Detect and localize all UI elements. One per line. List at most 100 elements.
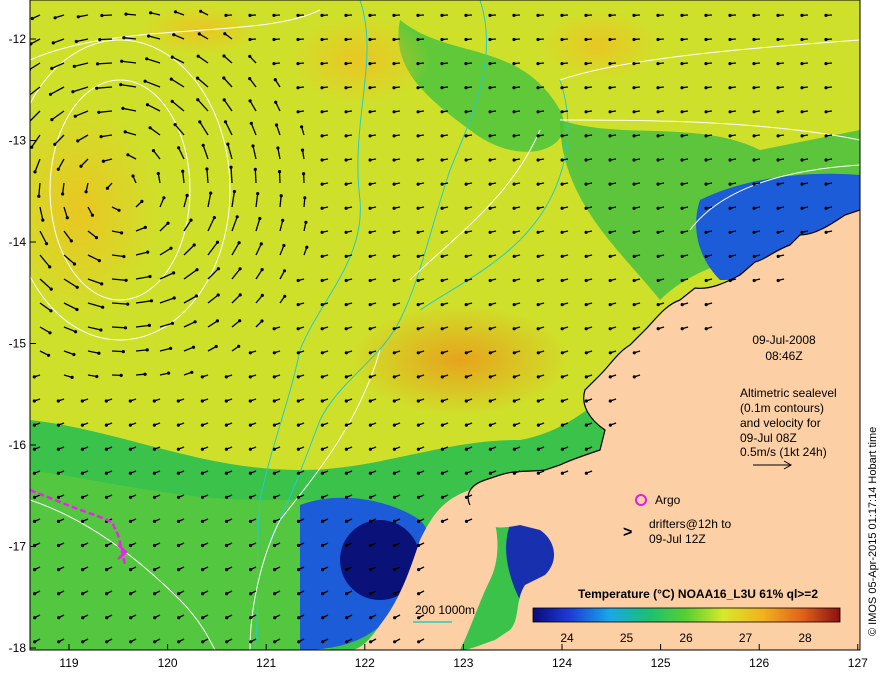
velocity-arrow-head <box>145 348 149 352</box>
velocity-arrow-head <box>101 305 105 309</box>
velocity-arrow-head <box>193 320 197 324</box>
velocity-arrow-head <box>464 230 468 234</box>
velocity-arrow-head <box>153 616 157 620</box>
velocity-arrow-head <box>368 86 372 90</box>
velocity-arrow-head <box>104 471 108 475</box>
velocity-arrow-head <box>632 351 636 355</box>
velocity-arrow-head <box>272 13 276 17</box>
velocity-arrow-head <box>95 374 99 379</box>
velocity-arrow-head <box>512 399 516 403</box>
velocity-arrow-head <box>512 351 516 355</box>
velocity-arrow-head <box>536 110 540 114</box>
velocity-arrow-head <box>393 592 397 596</box>
velocity-arrow-head <box>48 92 53 96</box>
velocity-arrow-head <box>177 640 181 644</box>
velocity-arrow-head <box>368 375 372 379</box>
velocity-arrow-head <box>656 37 660 42</box>
velocity-arrow-head <box>536 303 540 307</box>
velocity-arrow-head <box>49 309 53 313</box>
velocity-arrow-head <box>192 243 196 247</box>
velocity-arrow-head <box>248 375 252 379</box>
colorbar-tick-label: 26 <box>679 631 693 645</box>
velocity-arrow-head <box>392 423 396 427</box>
velocity-arrow-head <box>259 242 263 246</box>
velocity-arrow-head <box>464 182 468 186</box>
velocity-arrow-head <box>584 182 588 186</box>
velocity-arrow-head <box>344 254 348 258</box>
velocity-arrow-head <box>368 37 372 42</box>
velocity-arrow-head <box>704 158 708 162</box>
velocity-arrow-head <box>344 182 348 186</box>
velocity-arrow-head <box>368 471 372 475</box>
velocity-arrow-head <box>656 134 660 138</box>
velocity-arrow-head <box>277 170 282 174</box>
velocity-arrow-head <box>152 543 157 548</box>
velocity-arrow-head <box>70 375 74 379</box>
velocity-arrow-head <box>212 216 216 220</box>
velocity-arrow-head <box>272 495 277 499</box>
velocity-arrow-head <box>752 86 756 90</box>
velocity-arrow-head <box>680 327 684 331</box>
velocity-arrow-head <box>344 278 348 283</box>
velocity-arrow-head <box>95 86 99 90</box>
velocity-arrow-head <box>177 616 181 620</box>
velocity-arrow-head <box>440 230 444 234</box>
velocity-arrow-head <box>253 167 257 171</box>
velocity-arrow-head <box>440 423 444 427</box>
velocity-arrow-head <box>104 423 108 427</box>
velocity-arrow-head <box>368 134 372 138</box>
velocity-arrow-head <box>56 399 60 403</box>
lat-tick-label: -16 <box>9 438 27 452</box>
velocity-arrow-head <box>156 171 160 176</box>
velocity-arrow-head <box>296 86 300 90</box>
velocity-arrow-head <box>776 62 780 66</box>
velocity-arrow-head <box>608 230 612 234</box>
velocity-arrow-head <box>81 568 85 572</box>
velocity-arrow-head <box>105 186 109 190</box>
velocity-arrow-head <box>512 134 516 138</box>
velocity-arrow-head <box>608 399 612 403</box>
velocity-arrow-head <box>320 62 324 66</box>
velocity-arrow-head <box>512 158 516 162</box>
velocity-arrow-head <box>488 447 492 451</box>
velocity-arrow-head <box>260 319 264 323</box>
velocity-arrow-head <box>392 206 396 210</box>
velocity-arrow <box>97 62 113 65</box>
velocity-arrow-head <box>320 375 324 379</box>
velocity-arrow-head <box>143 79 147 83</box>
velocity-arrow-head <box>368 230 372 234</box>
velocity-arrow-head <box>656 86 660 90</box>
velocity-arrow-head <box>608 254 612 258</box>
velocity-arrow-head <box>392 447 396 451</box>
velocity-arrow-head <box>656 206 660 210</box>
velocity-arrow-head <box>632 110 636 114</box>
lon-tick-label: 125 <box>651 656 671 670</box>
velocity-arrow-head <box>273 640 277 644</box>
velocity-arrow-head <box>176 471 180 475</box>
velocity-arrow-head <box>608 110 612 114</box>
velocity-arrow-head <box>300 148 305 152</box>
velocity-arrow-head <box>196 98 200 102</box>
velocity-arrow-head <box>704 182 708 186</box>
velocity-arrow-head <box>608 278 612 283</box>
velocity-arrow-head <box>167 371 171 375</box>
velocity-arrow-head <box>296 351 300 355</box>
velocity-arrow-head <box>416 327 420 331</box>
velocity-arrow-head <box>776 182 780 186</box>
velocity-arrow-head <box>320 327 324 331</box>
velocity-arrow-head <box>752 110 756 114</box>
velocity-arrow-head <box>345 616 349 620</box>
velocity-arrow-head <box>195 268 199 272</box>
velocity-arrow-head <box>632 230 636 234</box>
velocity-arrow-head <box>272 423 276 427</box>
velocity-arrow-head <box>824 182 828 186</box>
velocity-arrow-head <box>512 230 516 234</box>
velocity-arrow-head <box>224 471 228 475</box>
velocity-arrow-head <box>84 190 88 194</box>
velocity-arrow-head <box>488 423 492 427</box>
velocity-arrow-head <box>296 327 300 331</box>
velocity-arrow-head <box>123 326 128 330</box>
velocity-arrow-head <box>368 519 373 524</box>
velocity-arrow-head <box>320 399 324 403</box>
velocity-arrow-head <box>124 12 128 16</box>
